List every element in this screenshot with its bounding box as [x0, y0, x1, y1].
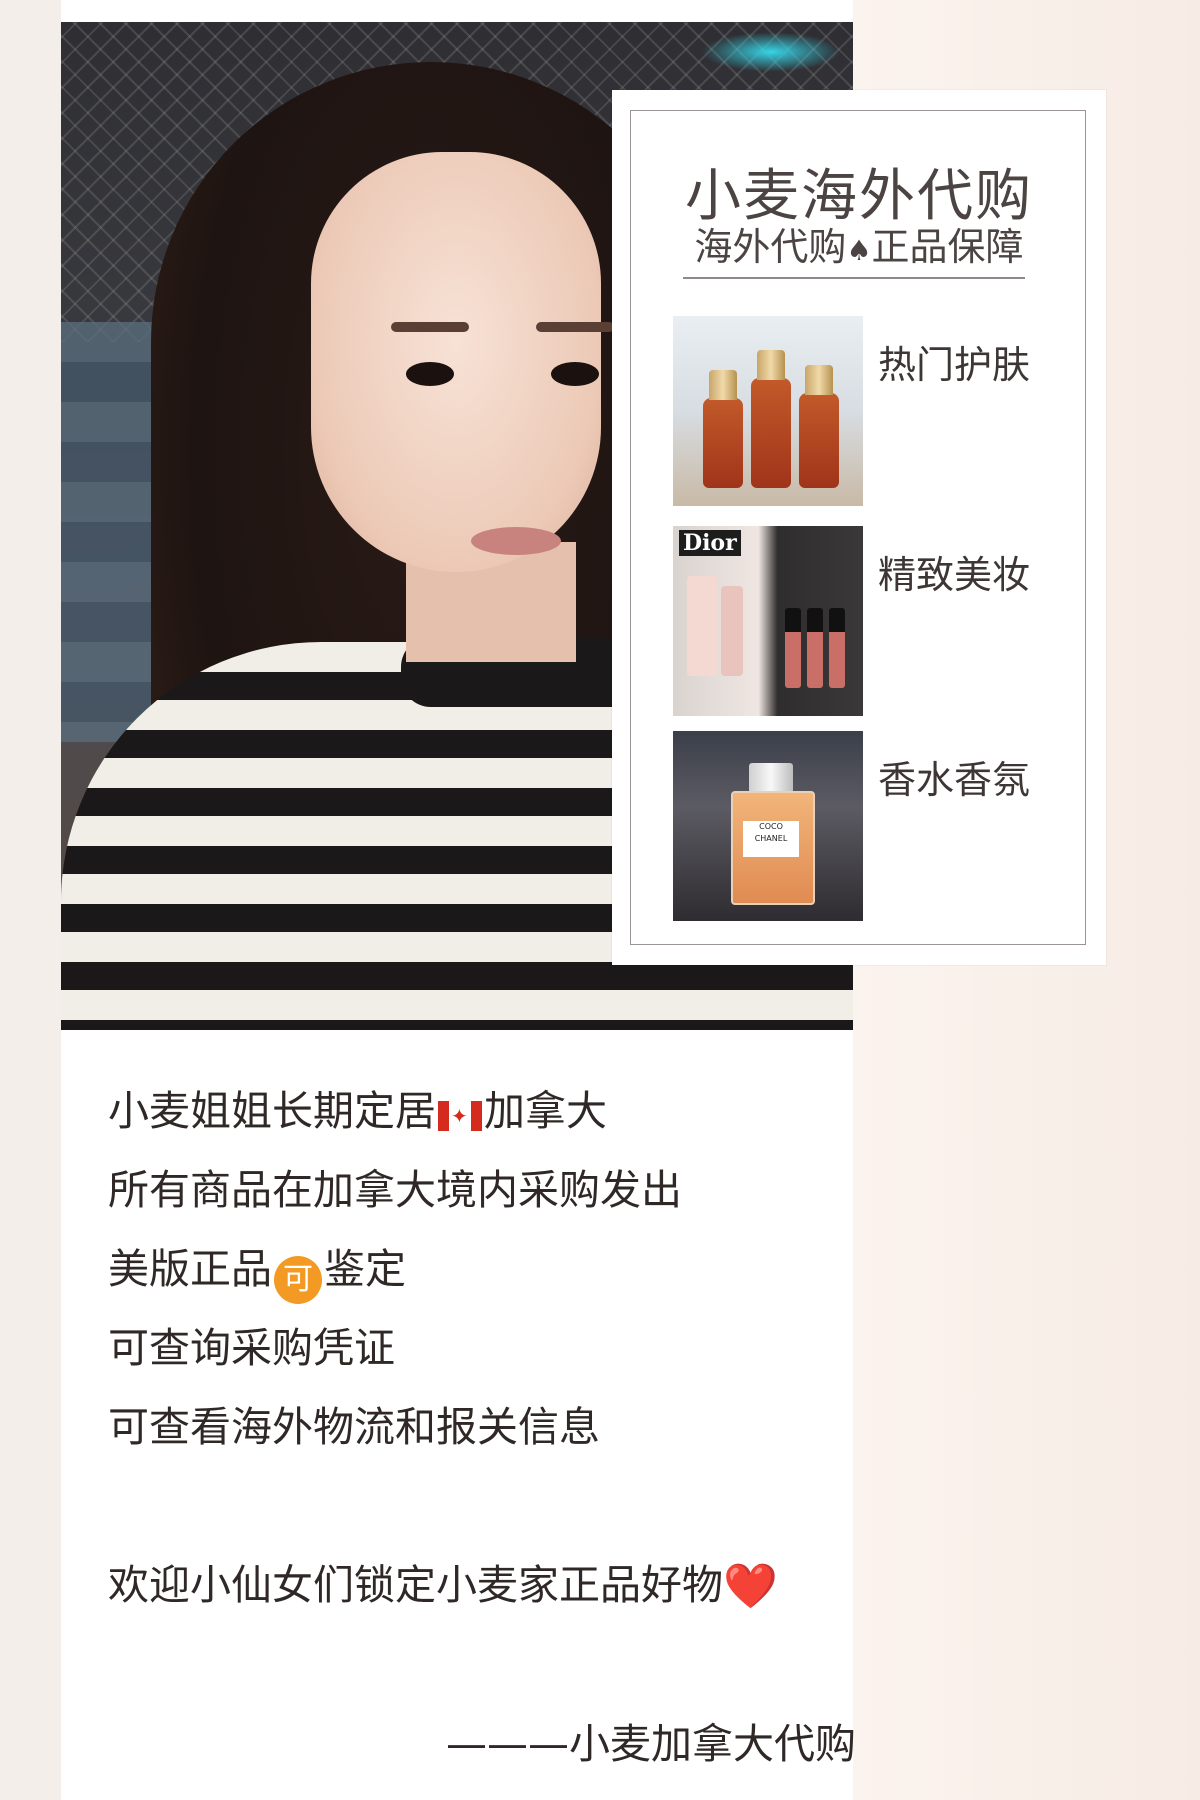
intro-line: 可查看海外物流和报关信息 [108, 1403, 600, 1451]
right-eye [551, 362, 599, 386]
category-skincare[interactable]: 热门护肤 [673, 316, 1083, 506]
lips [471, 527, 561, 555]
chanel-perfume-icon: COCO CHANEL [673, 731, 863, 921]
left-eyebrow [391, 322, 469, 332]
heart-icon: ❤️ [723, 1561, 778, 1612]
skincare-bottles-icon [673, 316, 863, 506]
intro-line: 小麦姐姐长期定居加拿大 [108, 1078, 868, 1157]
dior-logo: Dior [679, 530, 741, 556]
category-makeup[interactable]: Dior 精致美妆 [673, 526, 1083, 716]
brand-subtitle: 海外代购♠正品保障 [631, 216, 1087, 271]
category-label: 精致美妆 [878, 553, 1031, 597]
brand-subtitle-b: 正品保障 [871, 225, 1024, 269]
intro-line: 美版正品可鉴定 [108, 1236, 868, 1315]
left-margin-strip [0, 0, 61, 1800]
brand-subtitle-a: 海外代购 [694, 225, 847, 269]
perfume-label: COCO CHANEL [743, 821, 799, 857]
left-eye [406, 362, 454, 386]
post-description: 小麦姐姐长期定居加拿大 所有商品在加拿大境内采购发出 美版正品可鉴定 可查询采购… [108, 1078, 868, 1631]
signature: ———小麦加拿大代购 [446, 1720, 856, 1768]
neon-light [701, 32, 841, 72]
category-label: 香水香氛 [878, 758, 1031, 802]
category-label: 热门护肤 [878, 343, 1031, 387]
category-perfume[interactable]: COCO CHANEL 香水香氛 [673, 731, 1083, 921]
brand-card-frame: 小麦海外代购 海外代购♠正品保障 热门护肤 Dior 精致美妆 COCO CHA… [630, 110, 1086, 945]
ke-badge-icon: 可 [274, 1256, 322, 1304]
canada-flag-icon [438, 1101, 482, 1131]
dior-makeup-icon: Dior [673, 526, 863, 716]
spade-icon: ♠ [846, 234, 872, 267]
face [311, 152, 601, 572]
brand-card: 小麦海外代购 海外代购♠正品保障 热门护肤 Dior 精致美妆 COCO CHA… [612, 90, 1106, 965]
right-eyebrow [536, 322, 614, 332]
intro-line: 可查询采购凭证 [108, 1324, 395, 1372]
divider [683, 277, 1025, 279]
intro-line: 所有商品在加拿大境内采购发出 [108, 1166, 682, 1214]
intro-line: 欢迎小仙女们锁定小麦家正品好物❤️ [108, 1561, 778, 1612]
